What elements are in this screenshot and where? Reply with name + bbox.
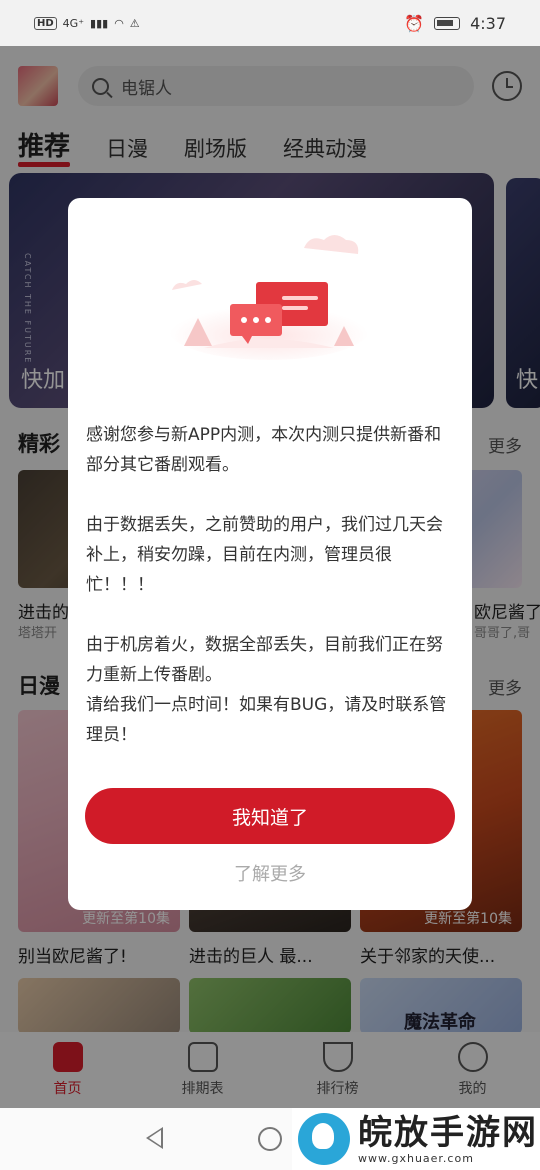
- confirm-button[interactable]: 我知道了: [85, 788, 455, 844]
- dialog-paragraph-3: 由于机房着火，数据全部丢失，目前我们正在努力重新上传番剧。: [86, 635, 443, 685]
- network-indicator: 4G⁺: [62, 16, 85, 30]
- back-icon[interactable]: [146, 1127, 163, 1149]
- watermark-logo-icon: [298, 1113, 350, 1165]
- message-illustration-icon: [169, 235, 369, 360]
- learn-more-link[interactable]: 了解更多: [68, 860, 472, 886]
- notice-dialog: 感谢您参与新APP内测，本次内测只提供新番和部分其它番剧观看。 由于数据丢失，之…: [68, 198, 472, 910]
- home-button-icon[interactable]: [258, 1127, 282, 1151]
- clock: 4:37: [470, 13, 506, 33]
- dialog-paragraph-4: 请给我们一点时间！如果有BUG，请及时联系管理员！: [86, 695, 447, 745]
- watermark: 皖放手游网 www.gxhuaer.com: [292, 1108, 540, 1170]
- dialog-paragraph-2: 由于数据丢失，之前赞助的用户，我们过几天会补上，稍安勿躁，目前在内测，管理员很忙…: [86, 515, 443, 595]
- warning-icon: ⚠: [129, 16, 140, 30]
- alarm-icon: ⏰: [404, 13, 425, 33]
- status-bar: HD 4G⁺ ▮▮▮ ◠ ⚠ ⏰ 4:37: [0, 0, 540, 46]
- wifi-icon: ◠: [114, 16, 124, 30]
- hd-indicator: HD: [34, 16, 57, 30]
- signal-icon: ▮▮▮: [90, 16, 109, 30]
- watermark-name: 皖放手游网: [358, 1112, 538, 1153]
- watermark-url: www.gxhuaer.com: [358, 1151, 474, 1165]
- battery-icon: [434, 16, 461, 30]
- dialog-paragraph-1: 感谢您参与新APP内测，本次内测只提供新番和部分其它番剧观看。: [86, 425, 442, 475]
- dialog-message: 感谢您参与新APP内测，本次内测只提供新番和部分其它番剧观看。 由于数据丢失，之…: [86, 420, 454, 750]
